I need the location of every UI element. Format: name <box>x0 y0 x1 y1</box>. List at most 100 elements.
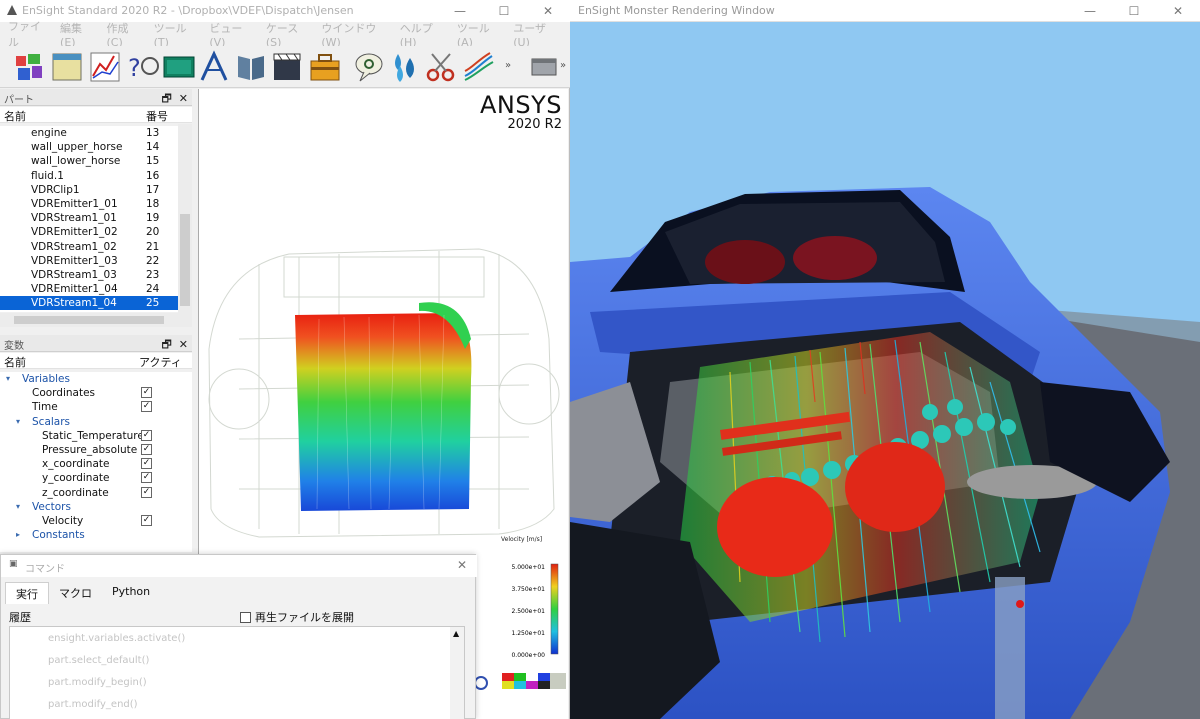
more-icon[interactable]: » <box>505 60 511 71</box>
variable-name: Constants <box>32 529 85 542</box>
menu-item[interactable]: 作成(C) <box>107 20 140 49</box>
rotate-icon[interactable] <box>474 676 488 690</box>
activate-checkbox[interactable]: ✓ <box>141 458 152 470</box>
parts-list-row[interactable]: VDRStream1_01 19 <box>0 211 178 225</box>
menu-item[interactable]: ヘルプ(H) <box>400 20 443 49</box>
expand-arrow-icon[interactable]: ▾ <box>16 415 20 429</box>
annotation-icon[interactable] <box>50 50 84 84</box>
parts-list-row[interactable]: engine 13 <box>0 126 178 140</box>
variable-tree-row[interactable]: ▾ Variables <box>0 372 192 386</box>
parts-col-name[interactable]: 名前 <box>4 108 26 124</box>
parts-list-row[interactable]: VDRClip1 17 <box>0 183 178 197</box>
activate-checkbox[interactable]: ✓ <box>141 472 152 484</box>
activate-checkbox[interactable]: ✓ <box>141 514 152 526</box>
parts-col-num[interactable]: 番号 <box>146 108 168 124</box>
flipbook-icon[interactable] <box>270 50 304 84</box>
parts-list-row[interactable]: VDRStream1_02 21 <box>0 240 178 254</box>
activate-checkbox[interactable]: ✓ <box>141 401 152 413</box>
variable-tree-row[interactable]: Static_Temperature ✓ <box>0 429 192 443</box>
parts-list[interactable]: engine 13 wall_upper_horse 14 wall_lower_hor… <box>0 126 178 312</box>
float-icon[interactable]: 🗗 <box>161 92 171 105</box>
close-icon[interactable]: ✕ <box>1156 0 1200 22</box>
close-icon[interactable]: ✕ <box>179 338 188 351</box>
window-icon[interactable] <box>528 50 562 84</box>
drops-icon[interactable] <box>388 50 422 84</box>
parts-list-row[interactable]: fluid.1 16 <box>0 169 178 183</box>
render-window[interactable]: EnSight Monster Rendering Window — ☐ ✕ <box>570 0 1200 719</box>
tab-python[interactable]: Python <box>102 582 160 604</box>
maximize-icon[interactable]: ☐ <box>1112 0 1156 22</box>
menu-item[interactable]: ユーザ(U) <box>513 20 556 49</box>
history-line[interactable]: part.modify_end() <box>48 699 138 710</box>
parts-hscroll-thumb[interactable] <box>14 316 164 324</box>
variables-col-name[interactable]: 名前 <box>4 354 26 370</box>
text-icon[interactable] <box>198 50 232 84</box>
history-line[interactable]: part.select_default() <box>48 655 149 666</box>
history-line[interactable]: ensight.variables.activate() <box>48 633 185 644</box>
book-icon[interactable] <box>234 50 268 84</box>
variable-tree-row[interactable]: Velocity ✓ <box>0 514 192 528</box>
activate-checkbox[interactable]: ✓ <box>141 486 152 498</box>
viewport-icon[interactable] <box>162 50 196 84</box>
variable-tree-row[interactable]: ▸ Constants <box>0 528 192 542</box>
float-icon[interactable]: 🗗 <box>161 338 171 351</box>
streamline-icon[interactable] <box>462 50 496 84</box>
palette-thumbnail[interactable] <box>502 673 566 689</box>
variable-tree-row[interactable]: ▾ Vectors <box>0 500 192 514</box>
minimize-icon[interactable]: — <box>1068 0 1112 22</box>
checkbox-box[interactable] <box>240 612 251 623</box>
menu-item[interactable]: 編集(E) <box>60 20 92 49</box>
variable-tree-row[interactable]: z_coordinate ✓ <box>0 486 192 500</box>
parts-list-row[interactable]: VDREmitter1_03 22 <box>0 254 178 268</box>
variables-tree[interactable]: ▾ Variables Coordinates ✓ Time ✓ ▾ Scalars Stati… <box>0 372 192 552</box>
parts-list-row[interactable]: VDRStream1_04 25 <box>0 296 178 311</box>
menu-item[interactable]: ツール(A) <box>457 20 499 49</box>
menu-item[interactable]: ツール(T) <box>154 20 196 49</box>
menu-item[interactable]: ビュー(V) <box>209 20 251 49</box>
menu-item[interactable]: ケース(S) <box>266 20 308 49</box>
activate-checkbox[interactable]: ✓ <box>141 429 152 441</box>
more-icon[interactable]: » <box>560 60 566 71</box>
variable-tree-row[interactable]: Time ✓ <box>0 400 192 414</box>
menu-item[interactable]: ウインドウ(W) <box>321 20 385 49</box>
expand-arrow-icon[interactable]: ▾ <box>6 372 10 386</box>
scroll-up-icon[interactable]: ▲ <box>453 629 459 638</box>
parts-icon[interactable] <box>12 50 46 84</box>
expand-playback-checkbox[interactable]: 再生ファイルを展開 <box>240 609 354 625</box>
part-number: 25 <box>146 297 160 310</box>
parts-list-row[interactable]: wall_lower_horse 15 <box>0 154 178 168</box>
parts-list-row[interactable]: VDREmitter1_01 18 <box>0 197 178 211</box>
parts-list-row[interactable]: VDREmitter1_02 20 <box>0 225 178 239</box>
expand-playback-label: 再生ファイルを展開 <box>255 611 354 624</box>
activate-checkbox[interactable]: ✓ <box>141 443 152 455</box>
car-scene[interactable] <box>570 22 1200 719</box>
parts-panel-header: パート 🗗 ✕ <box>0 89 192 106</box>
variable-tree-row[interactable]: Pressure_absolute ✓ <box>0 443 192 457</box>
parts-list-row[interactable]: wall_upper_horse 14 <box>0 140 178 154</box>
tab-execute[interactable]: 実行 <box>5 582 49 604</box>
part-number: 22 <box>146 254 160 267</box>
variable-tree-row[interactable]: x_coordinate ✓ <box>0 457 192 471</box>
history-list[interactable]: ensight.variables.activate() part.select… <box>9 626 465 719</box>
parts-scroll-thumb[interactable] <box>180 214 190 306</box>
variable-tree-row[interactable]: Coordinates ✓ <box>0 386 192 400</box>
parts-list-row[interactable]: VDREmitter1_04 24 <box>0 282 178 296</box>
history-scrollbar[interactable]: ▲ <box>450 627 464 719</box>
parts-list-row[interactable]: VDRStream1_03 23 <box>0 268 178 282</box>
toolbox-icon[interactable] <box>308 50 342 84</box>
parts-scrollbar[interactable] <box>178 124 192 313</box>
close-icon[interactable]: ✕ <box>179 92 188 105</box>
close-icon[interactable]: ✕ <box>457 558 467 572</box>
clip-icon[interactable] <box>424 50 458 84</box>
variable-tree-row[interactable]: ▾ Scalars <box>0 415 192 429</box>
probe-icon[interactable] <box>352 50 386 84</box>
query-icon[interactable]: ? <box>126 50 160 84</box>
expand-arrow-icon[interactable]: ▾ <box>16 500 20 514</box>
variable-tree-row[interactable]: y_coordinate ✓ <box>0 471 192 485</box>
expand-arrow-icon[interactable]: ▸ <box>16 528 20 542</box>
tab-macro[interactable]: マクロ <box>49 582 102 604</box>
parts-hscrollbar[interactable] <box>0 313 192 327</box>
activate-checkbox[interactable]: ✓ <box>141 387 152 399</box>
plotter-icon[interactable] <box>88 50 122 84</box>
history-line[interactable]: part.modify_begin() <box>48 677 147 688</box>
